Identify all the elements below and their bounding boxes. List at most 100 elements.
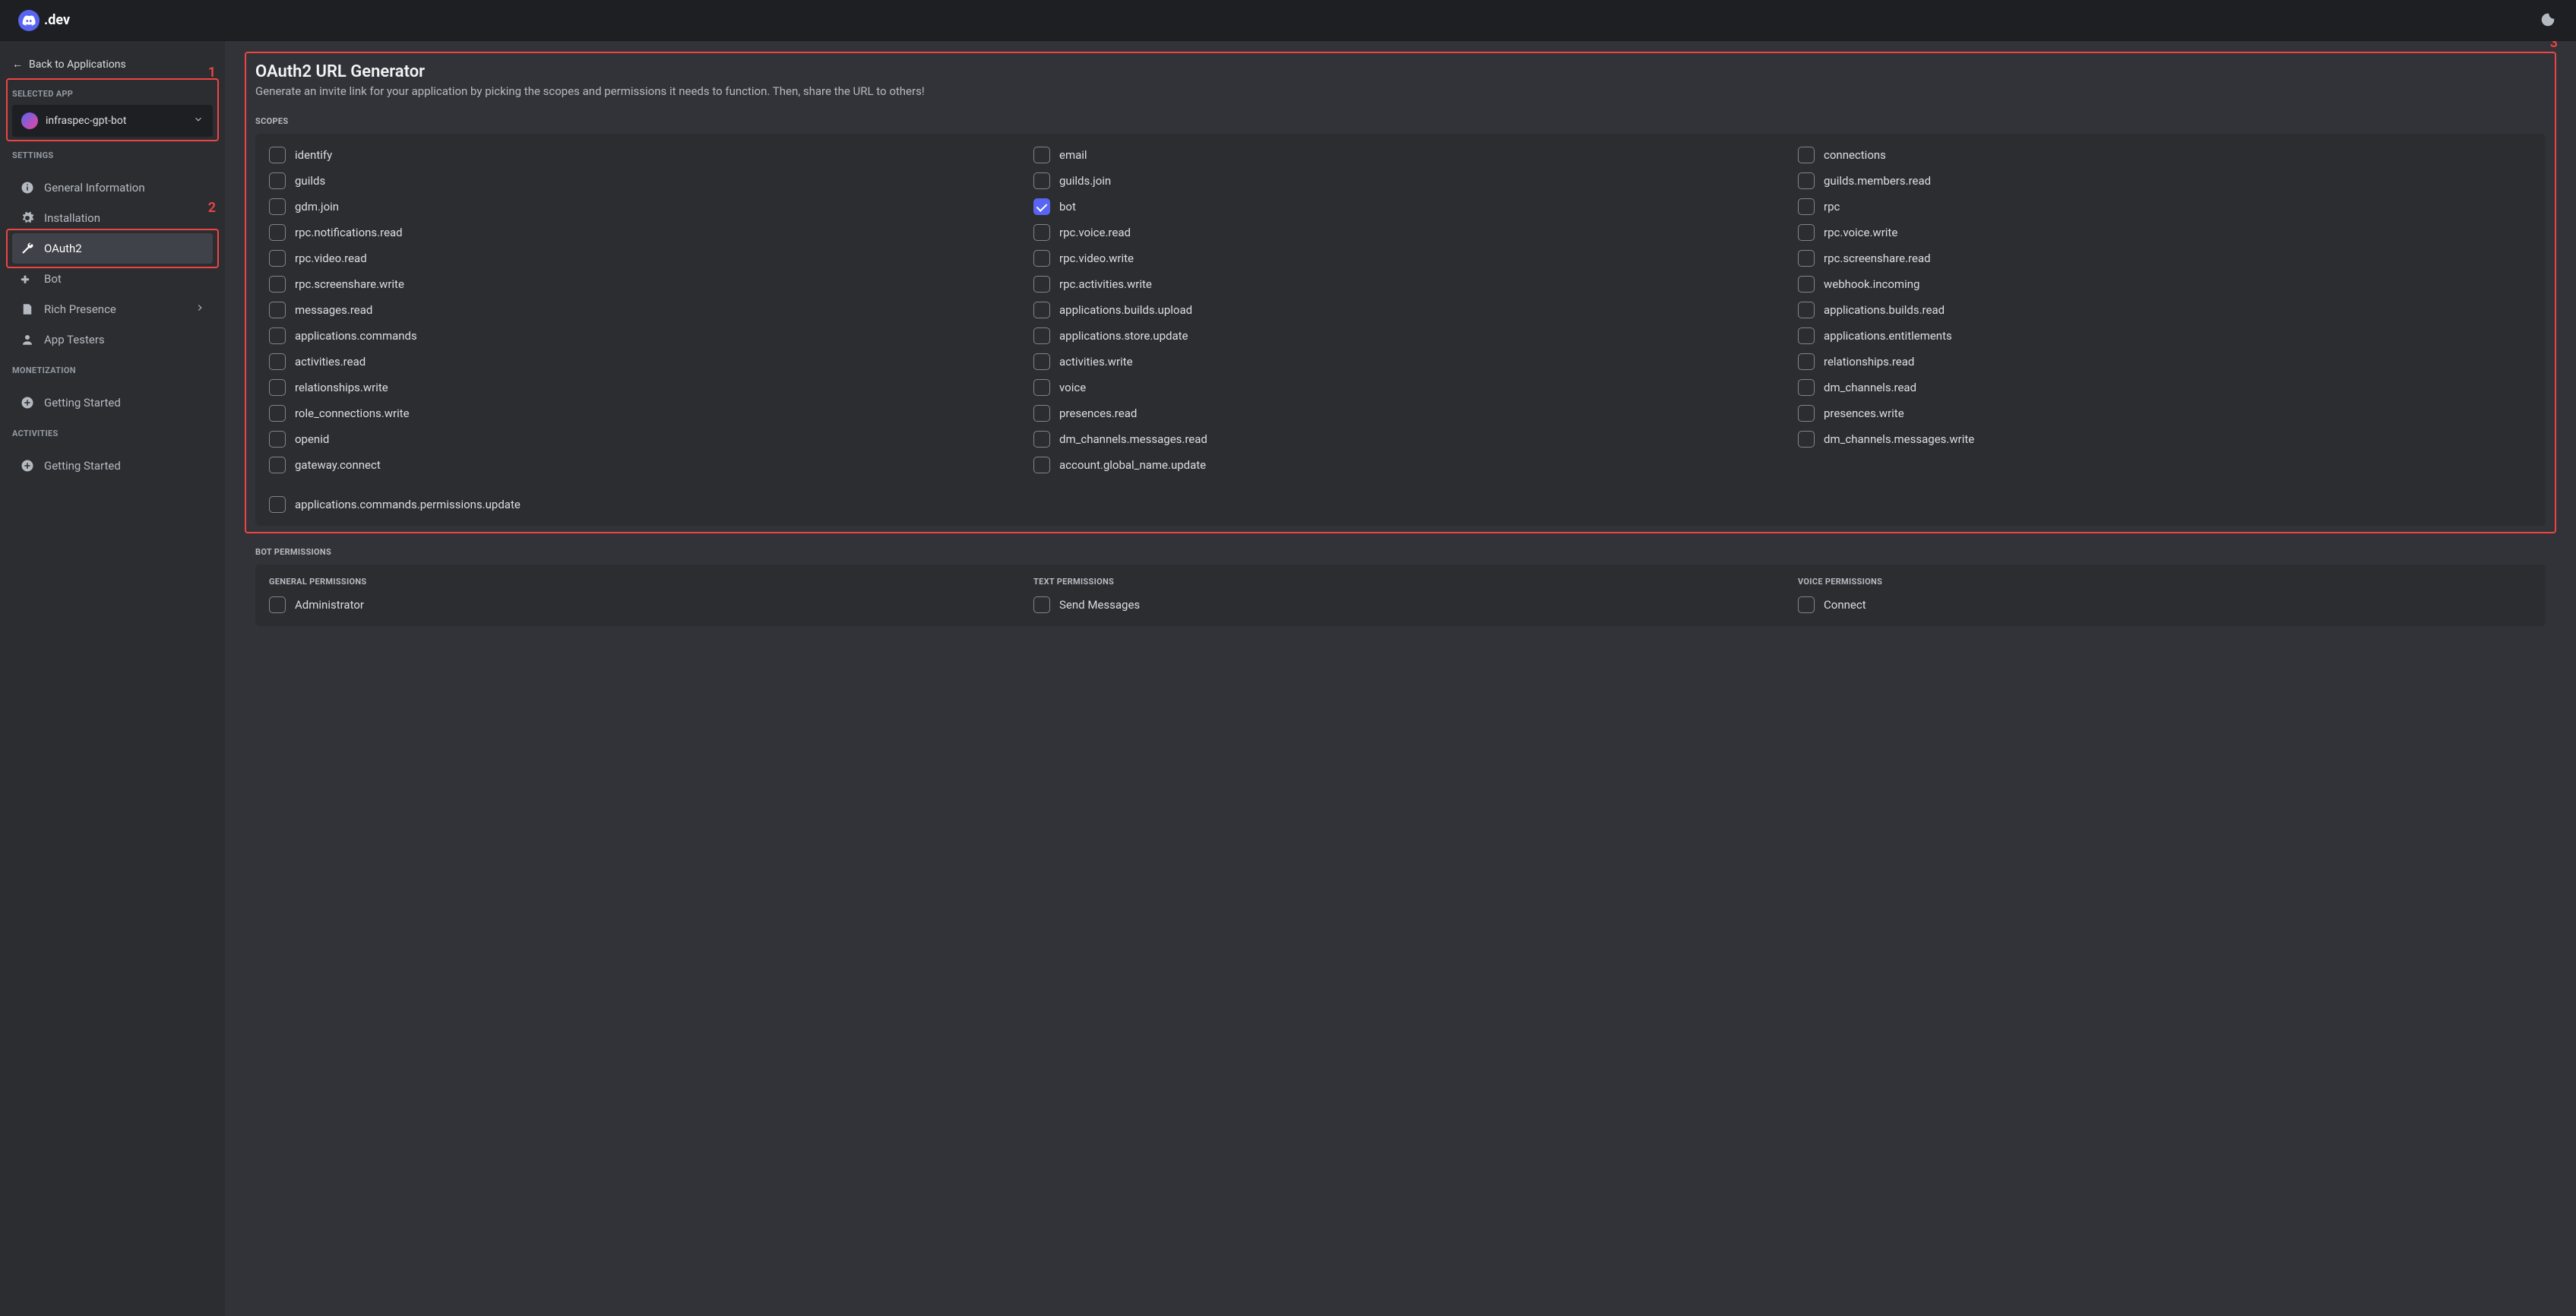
- perm-send-messages[interactable]: Send Messages: [1033, 596, 1767, 614]
- checkbox[interactable]: [1033, 276, 1050, 293]
- checkbox[interactable]: [1798, 379, 1815, 396]
- back-to-applications-link[interactable]: ← Back to Applications: [12, 53, 213, 81]
- checkbox[interactable]: [1033, 327, 1050, 344]
- scope-email[interactable]: email: [1033, 146, 1767, 164]
- sidebar-item-general-information[interactable]: General Information: [12, 172, 213, 203]
- checkbox-label: guilds.join: [1059, 174, 1111, 188]
- scope-dm_channels-read[interactable]: dm_channels.read: [1798, 378, 2532, 397]
- scope-guilds-join[interactable]: guilds.join: [1033, 172, 1767, 190]
- scope-role_connections-write[interactable]: role_connections.write: [269, 404, 1003, 422]
- scope-dm_channels-messages-read[interactable]: dm_channels.messages.read: [1033, 430, 1767, 448]
- scope-rpc[interactable]: rpc: [1798, 198, 2532, 216]
- checkbox[interactable]: [1798, 405, 1815, 422]
- scope-rpc-screenshare-write[interactable]: rpc.screenshare.write: [269, 275, 1003, 293]
- scope-rpc-video-read[interactable]: rpc.video.read: [269, 249, 1003, 267]
- sidebar-item-installation[interactable]: Installation: [12, 203, 213, 233]
- scope-relationships-read[interactable]: relationships.read: [1798, 353, 2532, 371]
- plus-circle-icon: [20, 458, 35, 473]
- checkbox[interactable]: [1033, 457, 1050, 473]
- scope-activities-read[interactable]: activities.read: [269, 353, 1003, 371]
- checkbox[interactable]: [269, 198, 286, 215]
- sidebar-item-activities-getting-started[interactable]: Getting Started: [12, 451, 213, 481]
- checkbox[interactable]: [1033, 147, 1050, 163]
- perm-administrator[interactable]: Administrator: [269, 596, 1003, 614]
- checkbox[interactable]: [1798, 250, 1815, 267]
- checkbox[interactable]: [1798, 172, 1815, 189]
- scope-rpc-voice-read[interactable]: rpc.voice.read: [1033, 223, 1767, 242]
- checkbox[interactable]: [1033, 172, 1050, 189]
- checkbox[interactable]: [1033, 431, 1050, 448]
- checkbox[interactable]: [1798, 353, 1815, 370]
- checkbox[interactable]: [1798, 327, 1815, 344]
- perm-col-text: Text Permissions Send Messages: [1033, 577, 1767, 614]
- sidebar-item-app-testers[interactable]: App Testers: [12, 324, 213, 355]
- scope-applications-commands[interactable]: applications.commands: [269, 327, 1003, 345]
- checkbox[interactable]: [269, 405, 286, 422]
- scope-relationships-write[interactable]: relationships.write: [269, 378, 1003, 397]
- scope-bot[interactable]: bot: [1033, 198, 1767, 216]
- scope-applications-builds-read[interactable]: applications.builds.read: [1798, 301, 2532, 319]
- checkbox[interactable]: [269, 431, 286, 448]
- checkbox[interactable]: [1033, 379, 1050, 396]
- checkbox[interactable]: [269, 596, 286, 613]
- checkbox[interactable]: [269, 353, 286, 370]
- scope-presences-write[interactable]: presences.write: [1798, 404, 2532, 422]
- checkbox[interactable]: [1798, 302, 1815, 318]
- app-selector[interactable]: infraspec-gpt-bot: [12, 105, 213, 137]
- nav-label: Getting Started: [44, 459, 121, 473]
- scope-account-global_name-update[interactable]: account.global_name.update: [1033, 456, 1767, 474]
- checkbox[interactable]: [269, 327, 286, 344]
- scope-activities-write[interactable]: activities.write: [1033, 353, 1767, 371]
- checkbox[interactable]: [269, 147, 286, 163]
- sidebar-item-bot[interactable]: Bot: [12, 264, 213, 294]
- checkbox[interactable]: [1798, 198, 1815, 215]
- checkbox[interactable]: [1798, 596, 1815, 613]
- checkbox[interactable]: [1798, 224, 1815, 241]
- scope-rpc-video-write[interactable]: rpc.video.write: [1033, 249, 1767, 267]
- checkbox[interactable]: [269, 250, 286, 267]
- checkbox[interactable]: [269, 172, 286, 189]
- scope-openid[interactable]: openid: [269, 430, 1003, 448]
- checkbox[interactable]: [1033, 198, 1050, 215]
- scope-connections[interactable]: connections: [1798, 146, 2532, 164]
- scope-guilds-members-read[interactable]: guilds.members.read: [1798, 172, 2532, 190]
- checkbox[interactable]: [1033, 405, 1050, 422]
- checkbox[interactable]: [1033, 353, 1050, 370]
- scope-gateway-connect[interactable]: gateway.connect: [269, 456, 1003, 474]
- scope-applications-store-update[interactable]: applications.store.update: [1033, 327, 1767, 345]
- scope-applications-commands-permissions-update[interactable]: applications.commands.permissions.update: [269, 495, 1003, 514]
- perm-connect[interactable]: Connect: [1798, 596, 2532, 614]
- scope-dm_channels-messages-write[interactable]: dm_channels.messages.write: [1798, 430, 2532, 448]
- sidebar-item-monetization-getting-started[interactable]: Getting Started: [12, 388, 213, 418]
- checkbox[interactable]: [269, 302, 286, 318]
- sidebar-item-oauth2[interactable]: OAuth2: [12, 233, 213, 264]
- checkbox[interactable]: [269, 496, 286, 513]
- checkbox[interactable]: [1798, 431, 1815, 448]
- checkbox[interactable]: [1033, 224, 1050, 241]
- checkbox[interactable]: [1033, 250, 1050, 267]
- scope-applications-entitlements[interactable]: applications.entitlements: [1798, 327, 2532, 345]
- checkbox[interactable]: [269, 224, 286, 241]
- scope-webhook-incoming[interactable]: webhook.incoming: [1798, 275, 2532, 293]
- scope-rpc-screenshare-read[interactable]: rpc.screenshare.read: [1798, 249, 2532, 267]
- scope-rpc-activities-write[interactable]: rpc.activities.write: [1033, 275, 1767, 293]
- scope-identify[interactable]: identify: [269, 146, 1003, 164]
- scope-rpc-notifications-read[interactable]: rpc.notifications.read: [269, 223, 1003, 242]
- checkbox[interactable]: [1798, 276, 1815, 293]
- checkbox[interactable]: [1033, 302, 1050, 318]
- sidebar-item-rich-presence[interactable]: Rich Presence: [12, 294, 213, 324]
- scope-voice[interactable]: voice: [1033, 378, 1767, 397]
- scope-gdm-join[interactable]: gdm.join: [269, 198, 1003, 216]
- logo[interactable]: .dev: [18, 10, 70, 31]
- scope-rpc-voice-write[interactable]: rpc.voice.write: [1798, 223, 2532, 242]
- scope-applications-builds-upload[interactable]: applications.builds.upload: [1033, 301, 1767, 319]
- checkbox[interactable]: [1798, 147, 1815, 163]
- scope-guilds[interactable]: guilds: [269, 172, 1003, 190]
- checkbox[interactable]: [269, 457, 286, 473]
- scope-messages-read[interactable]: messages.read: [269, 301, 1003, 319]
- checkbox[interactable]: [1033, 596, 1050, 613]
- checkbox[interactable]: [269, 276, 286, 293]
- scope-presences-read[interactable]: presences.read: [1033, 404, 1767, 422]
- theme-toggle-icon[interactable]: [2540, 11, 2558, 30]
- checkbox[interactable]: [269, 379, 286, 396]
